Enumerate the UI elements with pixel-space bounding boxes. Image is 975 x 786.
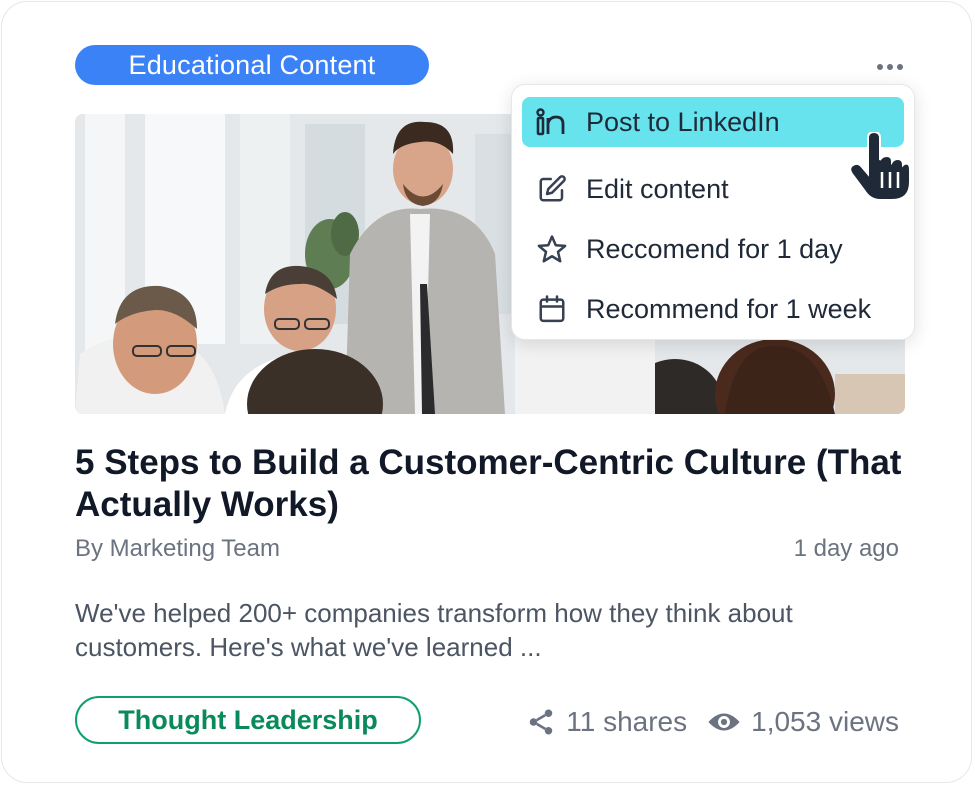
star-icon bbox=[536, 233, 568, 265]
menu-item-label: Reccomend for 1 day bbox=[586, 233, 843, 264]
hand-cursor-icon bbox=[849, 132, 910, 201]
linkedin-icon bbox=[536, 106, 568, 138]
views-count: 1,053 views bbox=[751, 706, 899, 737]
stats-row: 11 shares 1,053 views bbox=[526, 702, 899, 742]
shares-count: 11 shares bbox=[566, 706, 688, 737]
menu-item-recommend-1-week[interactable]: Recommend for 1 week bbox=[522, 284, 904, 334]
views-stat: 1,053 views bbox=[707, 706, 899, 738]
calendar-icon bbox=[536, 293, 568, 325]
menu-item-post-linkedin[interactable]: Post to LinkedIn bbox=[522, 97, 904, 147]
menu-item-recommend-1-day[interactable]: Reccomend for 1 day bbox=[522, 224, 904, 274]
dot-icon bbox=[877, 64, 883, 70]
dot-icon bbox=[897, 64, 903, 70]
menu-item-label: Recommend for 1 week bbox=[586, 293, 872, 324]
author-text: By Marketing Team bbox=[75, 535, 280, 562]
more-options-button[interactable] bbox=[868, 52, 912, 82]
article-excerpt: We've helped 200+ companies transform ho… bbox=[75, 598, 793, 662]
dot-icon bbox=[887, 64, 893, 70]
options-menu: Post to LinkedIn Edit content Reccomend … bbox=[511, 84, 915, 340]
timestamp-text: 1 day ago bbox=[793, 535, 899, 562]
menu-item-label: Edit content bbox=[586, 173, 729, 204]
share-icon bbox=[529, 709, 553, 735]
topic-tag[interactable]: Thought Leadership bbox=[75, 696, 421, 744]
menu-item-label: Post to LinkedIn bbox=[586, 106, 780, 137]
menu-item-edit-content[interactable]: Edit content bbox=[522, 164, 904, 214]
shares-stat: 11 shares bbox=[526, 706, 687, 738]
edit-icon bbox=[536, 173, 568, 205]
category-badge: Educational Content bbox=[75, 45, 429, 85]
article-title[interactable]: 5 Steps to Build a Customer-Centric Cult… bbox=[75, 442, 905, 526]
eye-icon bbox=[708, 713, 740, 731]
